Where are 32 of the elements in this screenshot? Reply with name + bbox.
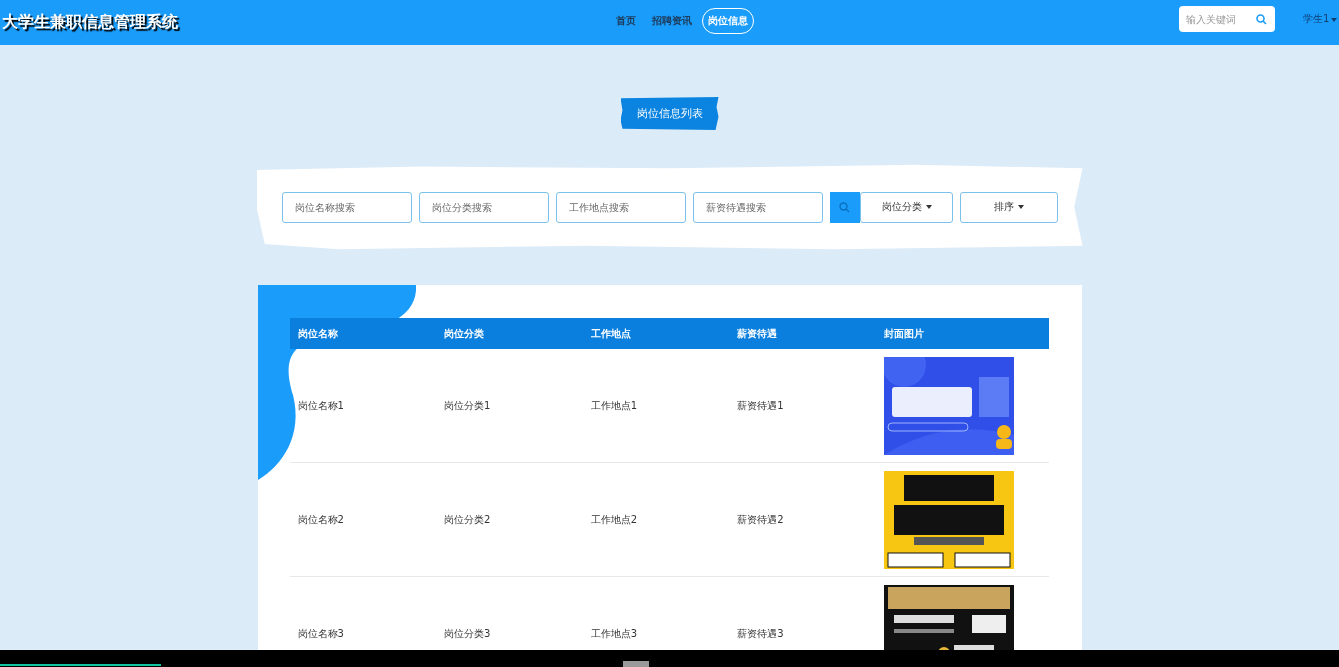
column-header: 岗位名称 [289, 318, 437, 349]
table-cell: 薪资待遇2 [729, 462, 876, 577]
search-field[interactable]: 薪资待遇搜索 [692, 191, 823, 223]
table-cell: 岗位名称1 [289, 349, 437, 463]
column-header: 封面图片 [875, 318, 1049, 349]
nav-link[interactable]: 首页 [610, 8, 642, 34]
section-title: 岗位信息列表 [620, 97, 719, 130]
site-title: 大学生兼职信息管理系统 [1, 12, 178, 33]
table-cell: 岗位分类1 [436, 349, 583, 463]
search-icon [1256, 14, 1267, 25]
column-header: 工作地点 [582, 318, 730, 349]
dropdown-button[interactable]: 排序 [959, 191, 1058, 223]
search-field[interactable]: 岗位名称搜索 [281, 191, 412, 223]
table-cell: 薪资待遇1 [729, 349, 876, 463]
table-cell: 岗位分类2 [436, 462, 583, 577]
table-cell: 岗位名称2 [289, 462, 437, 577]
search-field[interactable]: 工作地点搜索 [555, 191, 686, 223]
caret-icon [1331, 18, 1337, 22]
table-cell: 工作地点1 [582, 349, 730, 463]
column-header: 薪资待遇 [729, 318, 876, 349]
user-menu[interactable]: 学生1 [1303, 12, 1330, 26]
search-button[interactable] [829, 191, 861, 223]
scrubber-handle[interactable] [623, 661, 649, 667]
table-cell: 工作地点2 [582, 462, 730, 577]
dropdown-button[interactable]: 岗位分类 [860, 191, 953, 223]
column-header: 岗位分类 [436, 318, 583, 349]
nav-link[interactable]: 招聘资讯 [646, 8, 698, 34]
caret-icon [925, 205, 932, 209]
search-field[interactable]: 输入关键词 [1179, 6, 1275, 32]
search-field[interactable]: 岗位分类搜索 [418, 191, 549, 223]
search-icon [839, 201, 851, 213]
caret-icon [1017, 205, 1024, 209]
